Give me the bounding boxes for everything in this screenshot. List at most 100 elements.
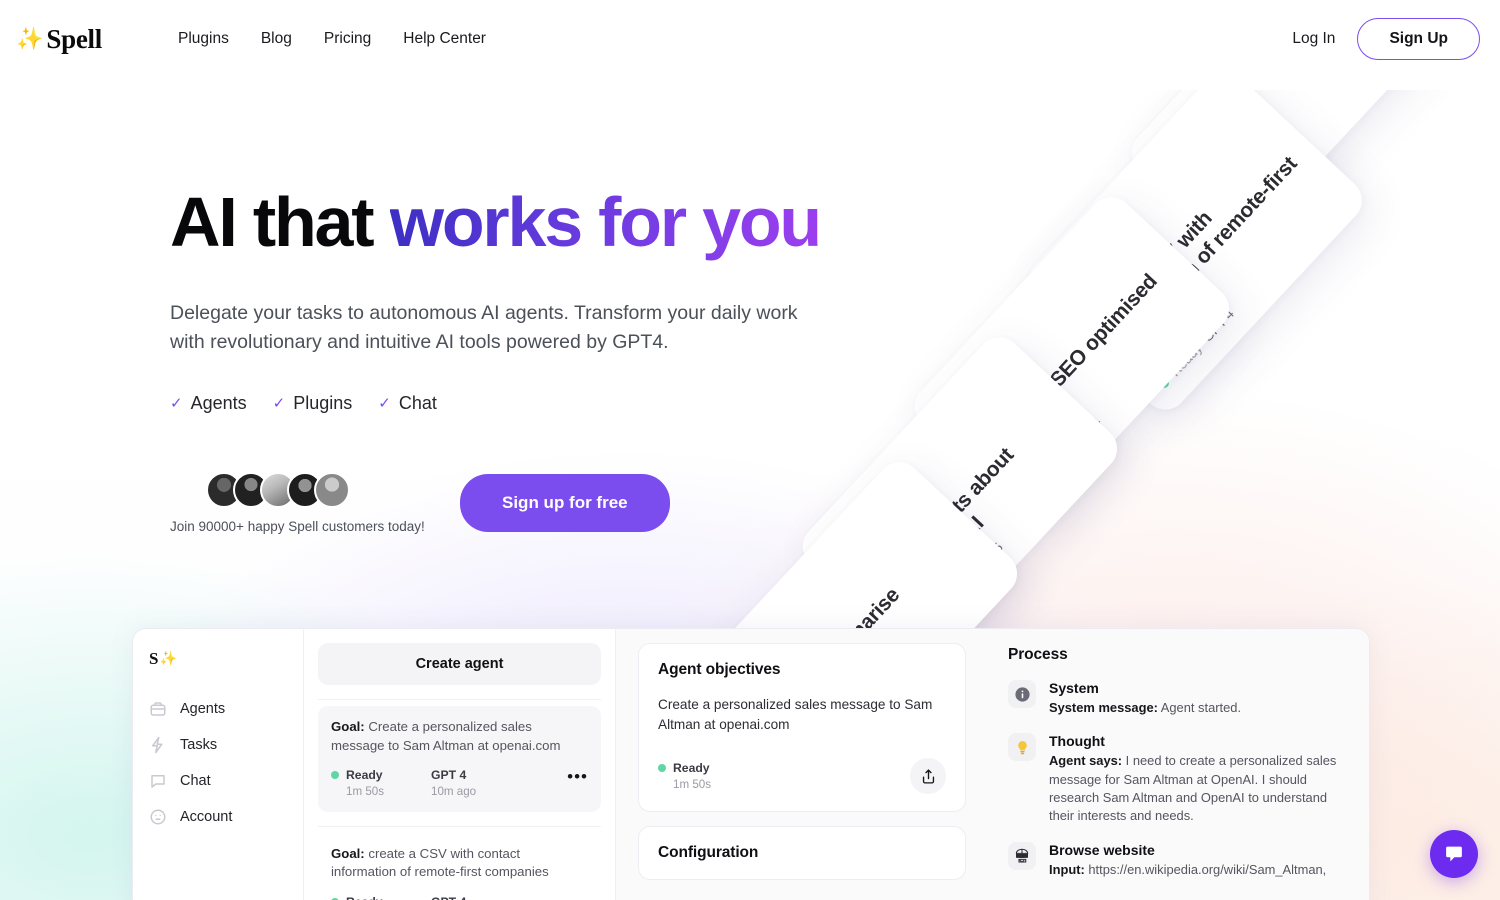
sidebar-item-tasks[interactable]: Tasks [149, 727, 303, 763]
time-ago-label: 10m ago [431, 784, 477, 798]
agent-list-panel: Create agent Goal: Create a personalized… [304, 629, 616, 900]
chat-bubble-icon [149, 772, 167, 790]
card-title: Agent objectives [658, 661, 781, 678]
check-icon: ✓ [378, 395, 391, 413]
step-description: System message: Agent started. [1049, 699, 1241, 717]
briefcase-icon [149, 700, 167, 718]
sidebar-item-account[interactable]: Account [149, 799, 303, 835]
goal-value: Create a personalized sales message to S… [331, 719, 561, 753]
sidebar-item-chat[interactable]: Chat [149, 763, 303, 799]
nav-link-pricing[interactable]: Pricing [324, 30, 371, 48]
step-name: System [1049, 680, 1099, 696]
hero-subtitle: Delegate your tasks to autonomous AI age… [170, 301, 798, 353]
floating-card-create-csv: Create CSV with information of remote-fi… [1019, 90, 1371, 419]
nav-link-blog[interactable]: Blog [261, 30, 292, 48]
app-sidebar: S ✨ Agents Tasks Chat Account [133, 629, 304, 900]
duration-label: 1m 50s [346, 784, 385, 798]
status-dot [1224, 214, 1238, 228]
floating-card-title: Create CSV with information of remote-fi… [1092, 152, 1302, 373]
status-label: Ready [346, 894, 384, 900]
model-label: GPT 4 [431, 768, 467, 783]
divider [318, 825, 601, 827]
sidebar-item-label: Tasks [180, 737, 218, 753]
create-agent-button[interactable]: Create agent [318, 643, 601, 685]
model-label: GPT 3.5 [961, 540, 1007, 587]
step-name: Browse website [1049, 841, 1155, 858]
status-dot [1157, 376, 1171, 390]
floating-card-seo-page: Create an SEO optimised page Ready GPT 4 [905, 188, 1239, 528]
social-proof-text: Join 90000+ happy Spell customers today! [170, 518, 425, 534]
status-dot [331, 771, 339, 780]
sidebar-item-agents[interactable]: Agents [149, 691, 303, 727]
agent-model: GPT 4 10m ago [431, 767, 527, 799]
process-step-thought: Thought Agent says: I need to create a p… [1008, 733, 1349, 825]
agent-list-item[interactable]: Goal: create a CSV with contact informat… [318, 833, 601, 900]
agent-status: Ready 1m 50s [331, 767, 431, 799]
process-card: Process System System message: Agent sta… [1006, 643, 1351, 879]
page-title: AI that works for you [170, 186, 930, 259]
status-label: Ready [1167, 340, 1205, 380]
step-label: Input: [1049, 861, 1085, 877]
floating-card-meta: Ready GPT 4 [1156, 191, 1344, 391]
agent-status: Ready 1m 19s [331, 894, 431, 900]
floating-card-top: https:/ Created [1122, 90, 1438, 257]
social-proof-row: Join 90000+ happy Spell customers today!… [170, 471, 930, 534]
step-text: Agent started. [1157, 700, 1242, 715]
status-label: Ready [673, 761, 710, 776]
social-proof-block: Join 90000+ happy Spell customers today! [170, 471, 460, 534]
floating-card-meta: Created GPT 3.5 [911, 440, 1099, 640]
duration-label: 1m 50s [673, 777, 712, 791]
process-panel: Process System System message: Agent sta… [988, 629, 1369, 900]
floating-card-title: https:/ [1195, 148, 1255, 210]
agent-goal: Goal: create a CSV with contact informat… [331, 845, 588, 882]
model-label: GPT 4 [1199, 306, 1237, 345]
floating-card-meta: Created [1222, 90, 1410, 229]
status-label: Ready [346, 768, 383, 783]
brand-logo[interactable]: ✨ Spell [16, 24, 136, 55]
status-dot [1025, 485, 1039, 499]
chat-widget-button[interactable] [1430, 830, 1478, 878]
app-preview: S ✨ Agents Tasks Chat Account Create age… [132, 628, 1370, 900]
agent-list-item[interactable]: Goal: Create a personalized sales messag… [318, 706, 601, 812]
top-navigation-bar: ✨ Spell Plugins Blog Pricing Help Center… [0, 0, 1500, 78]
signup-free-button[interactable]: Sign up for free [460, 473, 670, 532]
login-link[interactable]: Log In [1292, 30, 1335, 48]
goal-label: Goal: [331, 845, 365, 861]
app-logo: S ✨ [149, 649, 303, 669]
brand-name: Spell [46, 23, 102, 54]
card-title: Process [1008, 646, 1068, 663]
nav-link-plugins[interactable]: Plugins [178, 30, 229, 48]
headline-plain: AI that [170, 183, 390, 261]
info-icon [1008, 680, 1036, 708]
briefcase-icon [1046, 242, 1117, 314]
page-root: ✨ Spell Plugins Blog Pricing Help Center… [0, 0, 1500, 900]
agent-meta: Ready 1m 19s GPT 4 10m ago ••• [331, 894, 588, 900]
agent-detail-panel: Agent objectives Create a personalized s… [616, 629, 988, 900]
model-label: GPT 4 [1067, 414, 1105, 454]
nav-link-help-center[interactable]: Help Center [403, 30, 486, 48]
objective-text: Create a personalized sales message to S… [658, 697, 933, 732]
sparkle-icon: ✨ [16, 26, 44, 51]
sidebar-item-label: Chat [180, 773, 211, 789]
floating-card-meta: Ready GPT 4 [1023, 300, 1211, 500]
agent-menu-button[interactable]: ••• [567, 767, 588, 787]
process-step-system: System System message: Agent started. [1008, 680, 1349, 717]
feature-label: Chat [398, 392, 437, 413]
agent-meta: Ready 1m 50s GPT 4 10m ago ••• [331, 767, 588, 799]
avatar-group [206, 471, 460, 508]
hero-section: AI that works for you Delegate your task… [170, 186, 930, 534]
headline-gradient: works for you [389, 183, 823, 261]
feature-list: ✓ Agents ✓ Plugins ✓ Chat [170, 393, 930, 414]
status-label: Created [922, 582, 967, 628]
agent-menu-button[interactable]: ••• [567, 894, 588, 900]
sidebar-item-label: Account [180, 809, 233, 825]
card-title: Configuration [658, 844, 759, 862]
lightning-icon [149, 736, 167, 754]
nav-links: Plugins Blog Pricing Help Center [178, 30, 486, 48]
step-description: Input: https://en.wikipedia.org/wiki/Sam… [1049, 861, 1326, 879]
agent-objectives-card: Agent objectives Create a personalized s… [638, 643, 966, 813]
feature-plugins: ✓ Plugins [273, 393, 353, 414]
signup-button[interactable]: Sign Up [1357, 18, 1480, 60]
share-button[interactable] [910, 758, 946, 795]
svg-text:WWW: WWW [1017, 854, 1027, 858]
